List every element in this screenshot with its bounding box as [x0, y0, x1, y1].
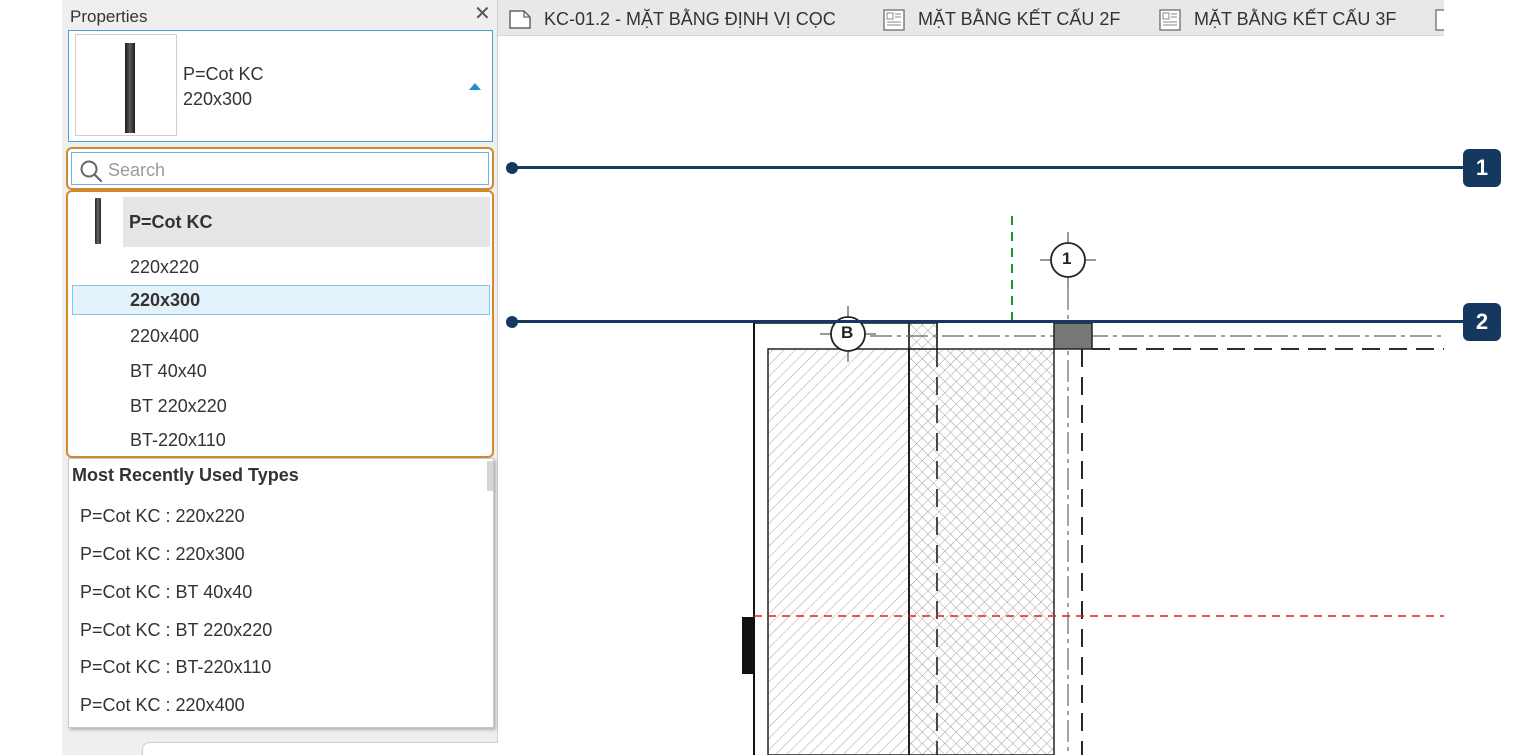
crosshatched-region [908, 348, 1055, 755]
search-input[interactable] [108, 158, 488, 182]
most-recently-used-list: Most Recently Used Types P=Cot KC : 220x… [68, 458, 494, 728]
type-search-box[interactable] [66, 147, 494, 190]
mru-item[interactable]: P=Cot KC : BT-220x110 [80, 657, 271, 678]
close-icon[interactable]: ✕ [474, 4, 491, 24]
type-selector-type: 220x300 [183, 89, 253, 109]
grid-bubble-b-label: B [841, 323, 854, 342]
tab-mat-bang-ket-cau-2f[interactable]: MẶT BẰNG KẾT CẤU 2F [882, 6, 1132, 32]
floor-plan-drawing [742, 216, 1444, 755]
tab-overflow[interactable] [1434, 6, 1444, 32]
revit-window: Properties ✕ P=Cot KC 220x300 P=Cot KC 2… [0, 0, 1520, 755]
mru-item[interactable]: P=Cot KC : BT 220x220 [80, 620, 272, 641]
type-item[interactable]: BT 220x220 [72, 391, 490, 421]
type-thumbnail [75, 34, 177, 136]
tab-mat-bang-ket-cau-3f[interactable]: MẶT BẰNG KẾT CẤU 3F [1158, 6, 1408, 32]
sheet-icon [883, 9, 905, 31]
mru-item[interactable]: P=Cot KC : 220x220 [80, 506, 245, 527]
view-tab-bar: KC-01.2 - MẶT BẰNG ĐỊNH VỊ CỌC MẶT BẰNG … [498, 0, 1444, 36]
tab-label: MẶT BẰNG KẾT CẤU 3F [1194, 9, 1397, 29]
search-icon [80, 160, 103, 183]
search-field-frame [71, 152, 489, 185]
column-section [1053, 322, 1093, 350]
drawing-canvas[interactable]: 1 B [498, 36, 1444, 755]
mru-item[interactable]: P=Cot KC : 220x300 [80, 544, 245, 565]
collapse-arrow-icon[interactable] [469, 83, 481, 90]
mru-item[interactable]: P=Cot KC : 220x400 [80, 695, 245, 716]
callout-1-line [512, 166, 1464, 169]
type-item-selected[interactable]: 220x300 [72, 285, 490, 315]
tab-label: MẶT BẰNG KẾT CẤU 2F [918, 9, 1121, 29]
type-item[interactable]: 220x220 [72, 252, 490, 282]
column-family-icon [95, 198, 101, 244]
type-item[interactable]: BT-220x110 [72, 425, 490, 455]
callout-2-line [512, 320, 1464, 323]
tab-kc-01-2[interactable]: KC-01.2 - MẶT BẰNG ĐỊNH VỊ CỌC [508, 6, 858, 32]
family-group-header: P=Cot KC [123, 197, 490, 247]
hatched-region [767, 348, 910, 755]
callout-badge-2: 2 [1463, 303, 1501, 341]
scrollbar-thumb[interactable] [487, 461, 493, 491]
tab-label: KC-01.2 - MẶT BẰNG ĐỊNH VỊ CỌC [544, 9, 836, 29]
sheet-icon [1435, 9, 1444, 31]
column-thumbnail-icon [125, 43, 135, 133]
type-item[interactable]: BT 40x40 [72, 356, 490, 386]
mru-item[interactable]: P=Cot KC : BT 40x40 [80, 582, 252, 603]
type-selector-family: P=Cot KC [183, 64, 264, 84]
properties-title: Properties [70, 7, 148, 26]
properties-header: Properties ✕ [62, 0, 498, 32]
type-item[interactable]: 220x400 [72, 321, 490, 351]
grid-bubble-1-label: 1 [1062, 249, 1072, 268]
door-mark [742, 617, 754, 674]
family-group-label: P=Cot KC [129, 212, 213, 232]
callout-badge-1: 1 [1463, 149, 1501, 187]
type-selector[interactable]: P=Cot KC 220x300 [68, 30, 493, 142]
sheet-icon [1159, 9, 1181, 31]
type-dropdown-list: P=Cot KC 220x220 220x300 220x400 BT 40x4… [66, 190, 494, 458]
mru-title: Most Recently Used Types [72, 465, 299, 485]
panel-bottom-field[interactable] [142, 742, 544, 755]
plan-view-icon [509, 10, 531, 29]
